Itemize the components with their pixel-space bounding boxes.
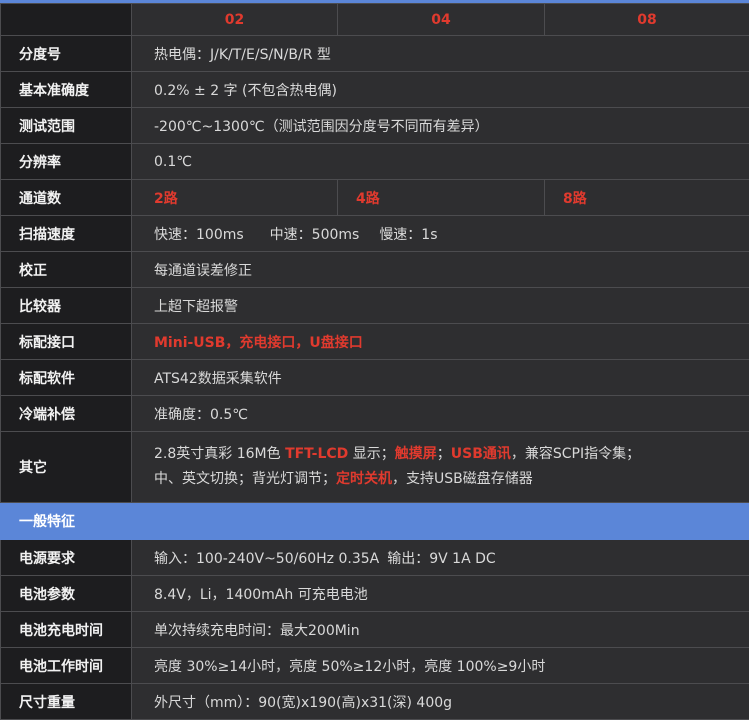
table-row: 基本准确度 0.2% ± 2 字 (不包含热电偶) bbox=[0, 71, 749, 108]
table-row: 其它 2.8英寸真彩 16M色 TFT-LCD 显示；触摸屏；USB通讯，兼容S… bbox=[0, 431, 749, 503]
text-span: 显示； bbox=[348, 446, 395, 462]
row-value: 快速：100ms 中速：500ms 慢速：1s bbox=[131, 215, 749, 252]
text-highlight: 定时关机 bbox=[336, 471, 392, 487]
spec-table: 02 04 08 分度号 热电偶：J/K/T/E/S/N/B/R 型 基本准确度… bbox=[0, 3, 749, 720]
text-highlight: USB通讯 bbox=[450, 446, 511, 462]
row-value: 0.2% ± 2 字 (不包含热电偶) bbox=[131, 71, 749, 108]
row-label: 电池充电时间 bbox=[0, 611, 132, 648]
text-span: ，兼容SCPI指令集； bbox=[510, 446, 641, 462]
table-row: 尺寸重量 外尺寸（mm）：90(宽)x190(高)x31(深) 400g bbox=[0, 683, 749, 720]
channels-2: 2路 bbox=[131, 179, 338, 216]
row-value: 准确度：0.5℃ bbox=[131, 395, 749, 432]
row-label: 扫描速度 bbox=[0, 215, 132, 252]
row-value: 2.8英寸真彩 16M色 TFT-LCD 显示；触摸屏；USB通讯，兼容SCPI… bbox=[131, 431, 749, 503]
table-row: 电池参数 8.4V，Li，1400mAh 可充电电池 bbox=[0, 575, 749, 612]
row-value: 每通道误差修正 bbox=[131, 251, 749, 288]
row-value: 热电偶：J/K/T/E/S/N/B/R 型 bbox=[131, 35, 749, 72]
table-row: 扫描速度 快速：100ms 中速：500ms 慢速：1s bbox=[0, 215, 749, 252]
header-empty-cell bbox=[0, 3, 132, 36]
row-label: 分辨率 bbox=[0, 143, 132, 180]
model-04: 04 bbox=[337, 3, 545, 36]
scan-fast: 快速：100ms bbox=[154, 226, 244, 243]
table-row: 分辨率 0.1℃ bbox=[0, 143, 749, 180]
row-label: 标配软件 bbox=[0, 359, 132, 396]
section-header-row: 一般特征 bbox=[0, 502, 749, 540]
model-header-row: 02 04 08 bbox=[0, 3, 749, 36]
channels-8: 8路 bbox=[544, 179, 749, 216]
model-02: 02 bbox=[131, 3, 338, 36]
scan-slow: 慢速：1s bbox=[379, 226, 438, 243]
text-highlight: TFT-LCD bbox=[285, 446, 349, 462]
row-label: 电源要求 bbox=[0, 539, 132, 576]
row-label: 基本准确度 bbox=[0, 71, 132, 108]
row-value: 0.1℃ bbox=[131, 143, 749, 180]
table-row: 冷端补偿 准确度：0.5℃ bbox=[0, 395, 749, 432]
row-value: 亮度 30%≥14小时，亮度 50%≥12小时，亮度 100%≥9小时 bbox=[131, 647, 749, 684]
row-value: 外尺寸（mm）：90(宽)x190(高)x31(深) 400g bbox=[131, 683, 749, 720]
row-value: ATS42数据采集软件 bbox=[131, 359, 749, 396]
text-span: ； bbox=[436, 446, 451, 462]
other-line-1: 2.8英寸真彩 16M色 TFT-LCD 显示；触摸屏；USB通讯，兼容SCPI… bbox=[154, 442, 749, 467]
text-highlight: 触摸屏 bbox=[394, 446, 437, 462]
row-label: 分度号 bbox=[0, 35, 132, 72]
row-value: 输入：100-240V~50/60Hz 0.35A 输出：9V 1A DC bbox=[131, 539, 749, 576]
other-line-2: 中、英文切换；背光灯调节；定时关机，支持USB磁盘存储器 bbox=[154, 467, 749, 492]
section-title: 一般特征 bbox=[0, 502, 749, 540]
row-label: 校正 bbox=[0, 251, 132, 288]
row-label: 比较器 bbox=[0, 287, 132, 324]
row-value: Mini-USB，充电接口，U盘接口 bbox=[131, 323, 749, 360]
row-value: 单次持续充电时间：最大200Min bbox=[131, 611, 749, 648]
power-output: 输出：9V 1A DC bbox=[387, 550, 496, 567]
row-label: 尺寸重量 bbox=[0, 683, 132, 720]
table-row: 分度号 热电偶：J/K/T/E/S/N/B/R 型 bbox=[0, 35, 749, 72]
row-label: 通道数 bbox=[0, 179, 132, 216]
table-row: 电池工作时间 亮度 30%≥14小时，亮度 50%≥12小时，亮度 100%≥9… bbox=[0, 647, 749, 684]
row-label: 电池工作时间 bbox=[0, 647, 132, 684]
channels-4: 4路 bbox=[337, 179, 545, 216]
row-label: 其它 bbox=[0, 431, 132, 503]
table-row: 标配接口 Mini-USB，充电接口，U盘接口 bbox=[0, 323, 749, 360]
table-row: 测试范围 -200℃~1300℃（测试范围因分度号不同而有差异） bbox=[0, 107, 749, 144]
row-value: -200℃~1300℃（测试范围因分度号不同而有差异） bbox=[131, 107, 749, 144]
text-span: 2.8英寸真彩 16M色 bbox=[154, 446, 286, 462]
power-input: 输入：100-240V~50/60Hz 0.35A bbox=[154, 550, 380, 567]
model-08: 08 bbox=[544, 3, 749, 36]
table-row: 电源要求 输入：100-240V~50/60Hz 0.35A 输出：9V 1A D… bbox=[0, 539, 749, 576]
text-span: 中、英文切换；背光灯调节； bbox=[154, 471, 336, 487]
row-label: 电池参数 bbox=[0, 575, 132, 612]
text-span: ，支持USB磁盘存储器 bbox=[392, 471, 533, 487]
table-row: 通道数 2路 4路 8路 bbox=[0, 179, 749, 216]
row-label: 冷端补偿 bbox=[0, 395, 132, 432]
table-row: 校正 每通道误差修正 bbox=[0, 251, 749, 288]
table-row: 比较器 上超下超报警 bbox=[0, 287, 749, 324]
row-value: 8.4V，Li，1400mAh 可充电电池 bbox=[131, 575, 749, 612]
table-row: 电池充电时间 单次持续充电时间：最大200Min bbox=[0, 611, 749, 648]
row-label: 测试范围 bbox=[0, 107, 132, 144]
scan-mid: 中速：500ms bbox=[269, 226, 360, 243]
row-value: 上超下超报警 bbox=[131, 287, 749, 324]
row-label: 标配接口 bbox=[0, 323, 132, 360]
table-row: 标配软件 ATS42数据采集软件 bbox=[0, 359, 749, 396]
